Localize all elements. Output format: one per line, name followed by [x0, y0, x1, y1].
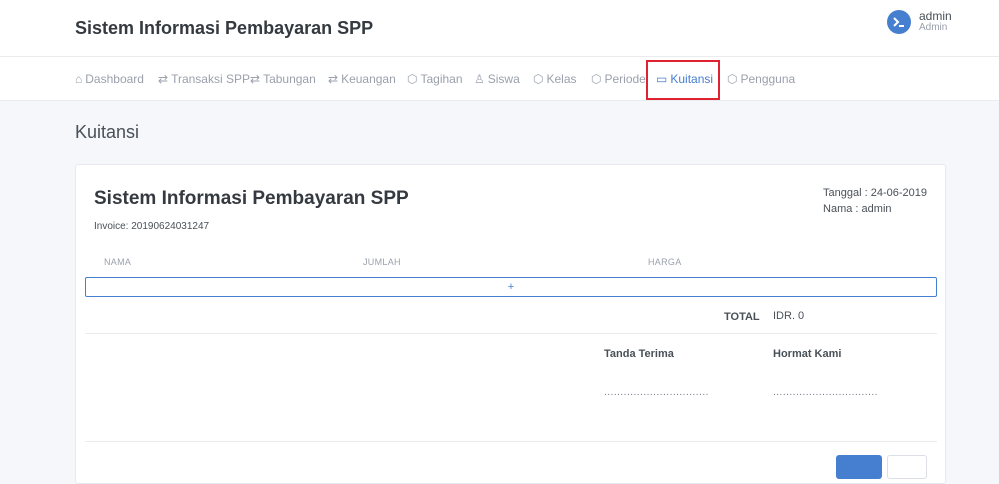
column-harga: HARGA: [648, 257, 682, 267]
nav-dashboard[interactable]: ⌂ Dashboard: [75, 57, 144, 101]
invoice-card: Sistem Informasi Pembayaran SPP Invoice:…: [75, 164, 946, 484]
nav-label: Transaksi SPP: [171, 72, 250, 86]
column-nama: NAMA: [104, 257, 132, 267]
nav-siswa[interactable]: ♙ Siswa: [474, 57, 520, 101]
signature-sender-line: ................................: [773, 387, 878, 398]
nav-label: Dashboard: [85, 72, 144, 86]
nav-tagihan[interactable]: ⬡ Tagihan: [407, 57, 463, 101]
nav-label: Pengguna: [740, 72, 796, 86]
terminal-icon: [893, 17, 904, 27]
signature-receiver-label: Tanda Terima: [604, 348, 674, 360]
nav-periode[interactable]: ⬡ Periode: [591, 57, 646, 101]
signature-sender-label: Hormat Kami: [773, 348, 842, 360]
nav-label: Siswa: [487, 72, 520, 86]
user-name: admin: [919, 9, 952, 23]
back-button[interactable]: [887, 455, 927, 479]
nav-keuangan[interactable]: ⇄ Keuangan: [328, 57, 396, 101]
add-item-button[interactable]: +: [85, 277, 937, 297]
nav-kelas[interactable]: ⬡ Kelas: [533, 57, 577, 101]
column-jumlah: JUMLAH: [363, 257, 401, 267]
invoice-number: Invoice: 20190624031247: [94, 221, 210, 232]
transfer-icon: ⇄: [250, 72, 261, 86]
top-header: Sistem Informasi Pembayaran SPP admin Ad…: [0, 0, 999, 57]
package-icon: ⬡: [533, 72, 544, 86]
invoice-name: Nama : admin: [823, 203, 892, 215]
nav-label: Periode: [604, 72, 646, 86]
divider: [85, 333, 937, 334]
signature-receiver-line: ................................: [604, 387, 709, 398]
package-icon: ⬡: [407, 72, 418, 86]
nav-label: Keuangan: [341, 72, 396, 86]
invoice-meta: Tanggal : 24-06-2019 Nama : admin: [823, 185, 927, 217]
total-value: IDR. 0: [773, 310, 805, 322]
user-menu[interactable]: admin Admin: [887, 10, 952, 34]
invoice-title: Sistem Informasi Pembayaran SPP: [94, 188, 409, 209]
nav-pengguna[interactable]: ⬡ Pengguna: [727, 57, 795, 101]
avatar[interactable]: [887, 10, 911, 34]
footer-divider: [85, 441, 937, 442]
nav-label: Tabungan: [263, 72, 316, 86]
nav-tabungan[interactable]: ⇄ Tabungan: [250, 57, 316, 101]
highlight-box: [646, 60, 720, 100]
users-icon: ♙: [474, 72, 485, 86]
main-nav: ⌂ Dashboard ⇄ Transaksi SPP ⇄ Tabungan ⇄ Keu…: [0, 57, 999, 101]
transfer-icon: ⇄: [328, 72, 339, 86]
nav-transaksi-spp[interactable]: ⇄ Transaksi SPP: [158, 57, 250, 101]
package-icon: ⬡: [591, 72, 602, 86]
nav-label: Kelas: [546, 72, 577, 86]
home-icon: ⌂: [75, 72, 83, 86]
nav-label: Tagihan: [420, 72, 463, 86]
package-icon: ⬡: [727, 72, 738, 86]
total-label: TOTAL: [724, 311, 760, 323]
invoice-date: Tanggal : 24-06-2019: [823, 187, 927, 199]
page-title: Kuitansi: [75, 122, 140, 142]
transfer-icon: ⇄: [158, 72, 169, 86]
app-title[interactable]: Sistem Informasi Pembayaran SPP: [75, 18, 373, 39]
user-role: Admin: [919, 22, 948, 33]
print-button[interactable]: [836, 455, 882, 479]
